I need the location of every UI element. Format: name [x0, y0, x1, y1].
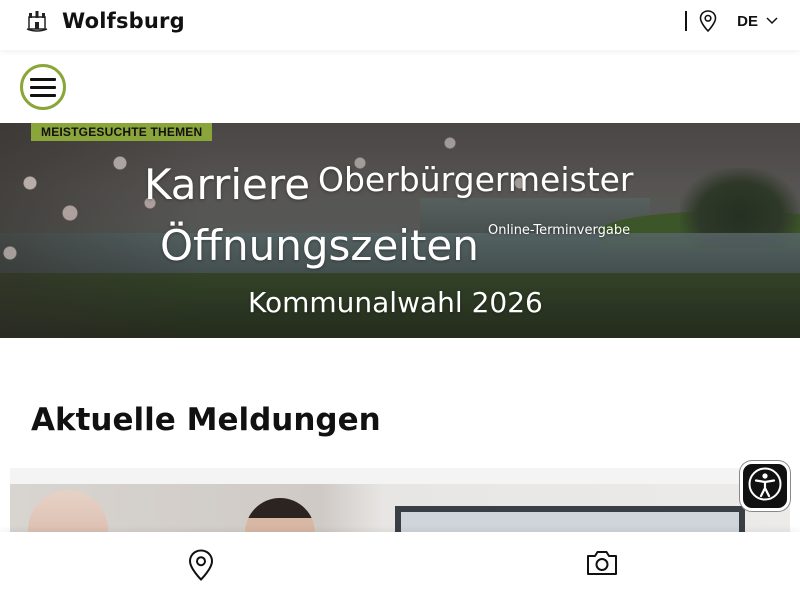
hamburger-line	[30, 85, 56, 89]
camera-icon[interactable]	[586, 549, 618, 577]
news-section-title: Aktuelle Meldungen	[31, 402, 381, 438]
news-image-window	[395, 506, 745, 532]
hero-banner: MEISTGESUCHTE THEMEN Karriere Oberbürger…	[0, 123, 800, 338]
topic-link-karriere[interactable]: Karriere	[144, 160, 310, 209]
accessibility-icon	[748, 467, 782, 501]
topic-link-kommunalwahl[interactable]: Kommunalwahl 2026	[248, 286, 543, 319]
location-pin-icon[interactable]	[699, 10, 717, 32]
news-card[interactable]	[10, 468, 790, 532]
top-bar: Wolfsburg DE	[0, 0, 800, 50]
language-selector[interactable]: DE	[737, 13, 758, 30]
topic-link-oeffnungszeiten[interactable]: Öffnungszeiten	[160, 221, 479, 270]
site-name: Wolfsburg	[62, 9, 185, 33]
hamburger-line	[30, 77, 56, 81]
hamburger-menu-button[interactable]	[20, 64, 66, 110]
menu-row	[0, 50, 800, 123]
top-right-controls: DE	[685, 8, 778, 34]
divider	[685, 11, 688, 31]
bottom-bar	[0, 532, 800, 600]
topic-link-oberbuergermeister[interactable]: Oberbürgermeister	[318, 160, 634, 199]
brand-logo-link[interactable]: Wolfsburg	[26, 9, 185, 33]
topic-link-online-terminvergabe[interactable]: Online-Terminvergabe	[488, 223, 630, 238]
hero-badge: MEISTGESUCHTE THEMEN	[31, 123, 213, 141]
hamburger-line	[30, 93, 56, 97]
chevron-down-icon[interactable]	[766, 17, 778, 25]
crest-icon	[26, 11, 48, 32]
accessibility-button[interactable]	[740, 461, 790, 511]
location-pin-icon[interactable]	[188, 549, 214, 581]
